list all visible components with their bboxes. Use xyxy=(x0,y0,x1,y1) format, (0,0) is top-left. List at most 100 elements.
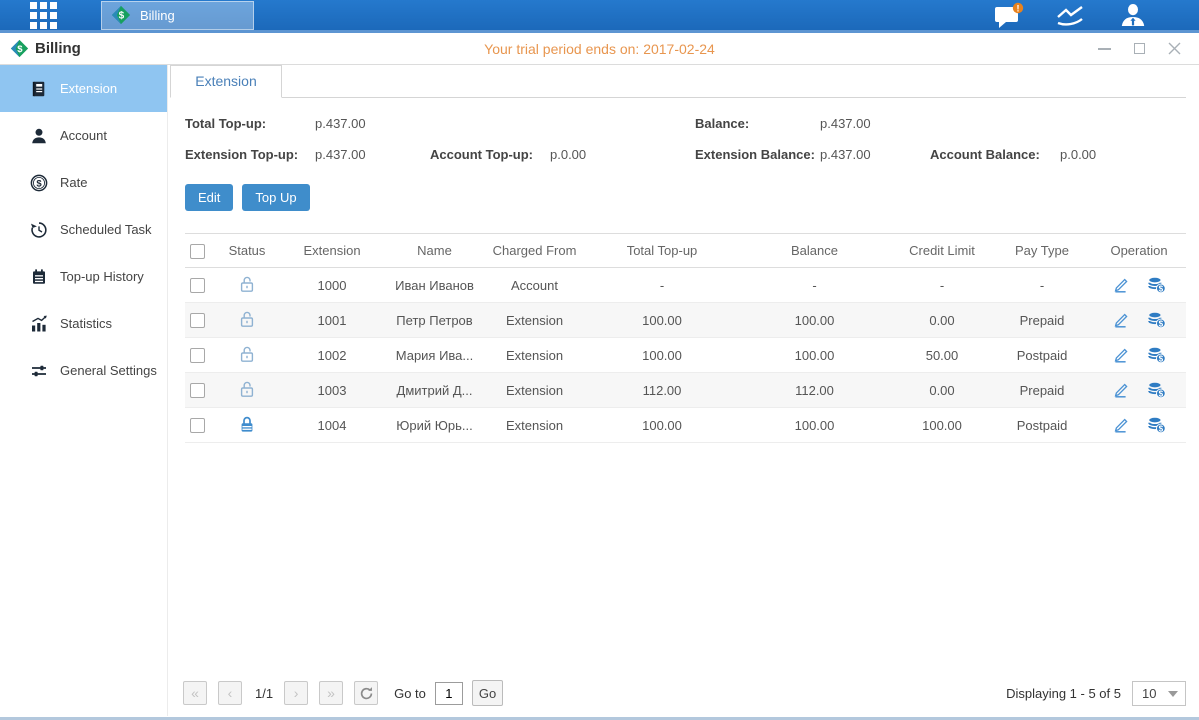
clock-history-icon xyxy=(30,221,48,239)
extension-topup-value: p.437.00 xyxy=(315,139,430,170)
svg-text:$: $ xyxy=(1159,354,1164,363)
refresh-icon[interactable] xyxy=(354,681,378,705)
taskbar-tab-billing[interactable]: $ Billing xyxy=(101,1,254,30)
column-header: Pay Type xyxy=(992,234,1092,268)
svg-text:$: $ xyxy=(36,178,42,189)
total-topup-label: Total Top-up: xyxy=(185,108,315,139)
trial-notice: Your trial period ends on: 2017-02-24 xyxy=(0,41,1199,57)
main-panel: Extension Total Top-up: p.437.00 Balance… xyxy=(168,65,1199,716)
edit-pencil-icon[interactable] xyxy=(1112,416,1131,434)
row-checkbox[interactable] xyxy=(190,383,205,398)
column-header: Name xyxy=(387,234,482,268)
sidebar-item-extension[interactable]: Extension xyxy=(0,65,167,112)
account-topup-value: p.0.00 xyxy=(550,139,695,170)
cell-extension: 1000 xyxy=(277,268,387,303)
billing-diamond-icon: $ xyxy=(10,39,29,58)
select-all-checkbox[interactable] xyxy=(190,244,205,259)
page-size-select[interactable]: 10 xyxy=(1132,681,1186,706)
top-bar: $ Billing ! xyxy=(0,0,1199,33)
status-unlocked-icon[interactable] xyxy=(239,345,255,363)
tab-strip: Extension xyxy=(170,65,1186,98)
app-grid-icon[interactable] xyxy=(30,2,57,29)
balance-value: p.437.00 xyxy=(820,108,930,139)
cell-name: Мария Ива... xyxy=(387,338,482,373)
go-button[interactable]: Go xyxy=(472,680,503,706)
cell-balance: 100.00 xyxy=(737,303,892,338)
top-up-coins-icon[interactable]: $ xyxy=(1147,311,1166,329)
status-unlocked-icon[interactable] xyxy=(239,310,255,328)
monitor-chart-icon[interactable] xyxy=(1055,2,1087,28)
cell-total-topup: 100.00 xyxy=(587,338,737,373)
chevron-down-icon xyxy=(1168,691,1178,697)
cell-total-topup: 112.00 xyxy=(587,373,737,408)
extension-balance-label: Extension Balance: xyxy=(695,139,820,170)
maximize-icon[interactable] xyxy=(1132,42,1146,56)
cell-pay-type: - xyxy=(992,268,1092,303)
prev-page-button[interactable]: ‹ xyxy=(218,681,242,705)
sidebar-item-general-settings[interactable]: General Settings xyxy=(0,347,167,394)
cell-credit-limit: - xyxy=(892,268,992,303)
ledger-icon xyxy=(30,80,48,98)
edit-pencil-icon[interactable] xyxy=(1112,311,1131,329)
billing-diamond-icon: $ xyxy=(111,5,131,25)
tab-extension[interactable]: Extension xyxy=(170,65,282,98)
sidebar-item-topup-history[interactable]: Top-up History xyxy=(0,253,167,300)
goto-page-input[interactable] xyxy=(435,682,463,705)
extension-topup-label: Extension Top-up: xyxy=(185,139,315,170)
sidebar-item-scheduled-task[interactable]: Scheduled Task xyxy=(0,206,167,253)
cell-balance: 112.00 xyxy=(737,373,892,408)
sidebar-item-label: Extension xyxy=(60,81,117,96)
cell-charged-from: Extension xyxy=(482,373,587,408)
cell-credit-limit: 50.00 xyxy=(892,338,992,373)
top-up-button[interactable]: Top Up xyxy=(242,184,309,211)
edit-button[interactable]: Edit xyxy=(185,184,233,211)
column-header: Status xyxy=(217,234,277,268)
last-page-button[interactable]: » xyxy=(319,681,343,705)
edit-pencil-icon[interactable] xyxy=(1112,346,1131,364)
close-icon[interactable] xyxy=(1167,42,1181,56)
row-checkbox[interactable] xyxy=(190,348,205,363)
status-unlocked-icon[interactable] xyxy=(239,380,255,398)
sidebar-item-rate[interactable]: $ Rate xyxy=(0,159,167,206)
cell-total-topup: - xyxy=(587,268,737,303)
top-up-coins-icon[interactable]: $ xyxy=(1147,346,1166,364)
sidebar-item-statistics[interactable]: Statistics xyxy=(0,300,167,347)
dollar-circle-icon: $ xyxy=(30,174,48,192)
status-unlocked-icon[interactable] xyxy=(239,275,255,293)
svg-text:$: $ xyxy=(1159,424,1164,433)
sidebar-item-account[interactable]: Account xyxy=(0,112,167,159)
edit-pencil-icon[interactable] xyxy=(1112,381,1131,399)
user-icon[interactable] xyxy=(1117,2,1149,28)
cell-total-topup: 100.00 xyxy=(587,303,737,338)
balance-label: Balance: xyxy=(695,108,820,139)
total-topup-value: p.437.00 xyxy=(315,108,430,139)
account-balance-label: Account Balance: xyxy=(930,139,1060,170)
top-up-coins-icon[interactable]: $ xyxy=(1147,276,1166,294)
row-checkbox[interactable] xyxy=(190,313,205,328)
cell-extension: 1004 xyxy=(277,408,387,443)
cell-balance: - xyxy=(737,268,892,303)
row-checkbox[interactable] xyxy=(190,278,205,293)
window-title: $ Billing xyxy=(10,39,81,58)
goto-label: Go to xyxy=(394,686,426,701)
top-up-coins-icon[interactable]: $ xyxy=(1147,381,1166,399)
bar-chart-icon xyxy=(30,315,48,333)
row-checkbox[interactable] xyxy=(190,418,205,433)
first-page-button[interactable]: « xyxy=(183,681,207,705)
top-up-coins-icon[interactable]: $ xyxy=(1147,416,1166,434)
cell-credit-limit: 0.00 xyxy=(892,373,992,408)
cell-charged-from: Extension xyxy=(482,338,587,373)
sliders-icon xyxy=(30,362,48,380)
status-locked-icon[interactable] xyxy=(239,415,255,433)
minimize-icon[interactable] xyxy=(1097,42,1111,56)
billing-summary: Total Top-up: p.437.00 Balance: p.437.00… xyxy=(185,108,1186,170)
table-row: 1004 Юрий Юрь... Extension 100.00 100.00… xyxy=(185,408,1186,443)
edit-pencil-icon[interactable] xyxy=(1112,276,1131,294)
cell-balance: 100.00 xyxy=(737,408,892,443)
table-body: 1000 Иван Иванов Account - - - - $ 1001 … xyxy=(185,268,1186,443)
sidebar-item-label: Top-up History xyxy=(60,269,144,284)
messages-icon[interactable]: ! xyxy=(993,2,1025,28)
next-page-button[interactable]: › xyxy=(284,681,308,705)
svg-text:$: $ xyxy=(17,44,23,55)
page-indicator: 1/1 xyxy=(255,686,273,701)
